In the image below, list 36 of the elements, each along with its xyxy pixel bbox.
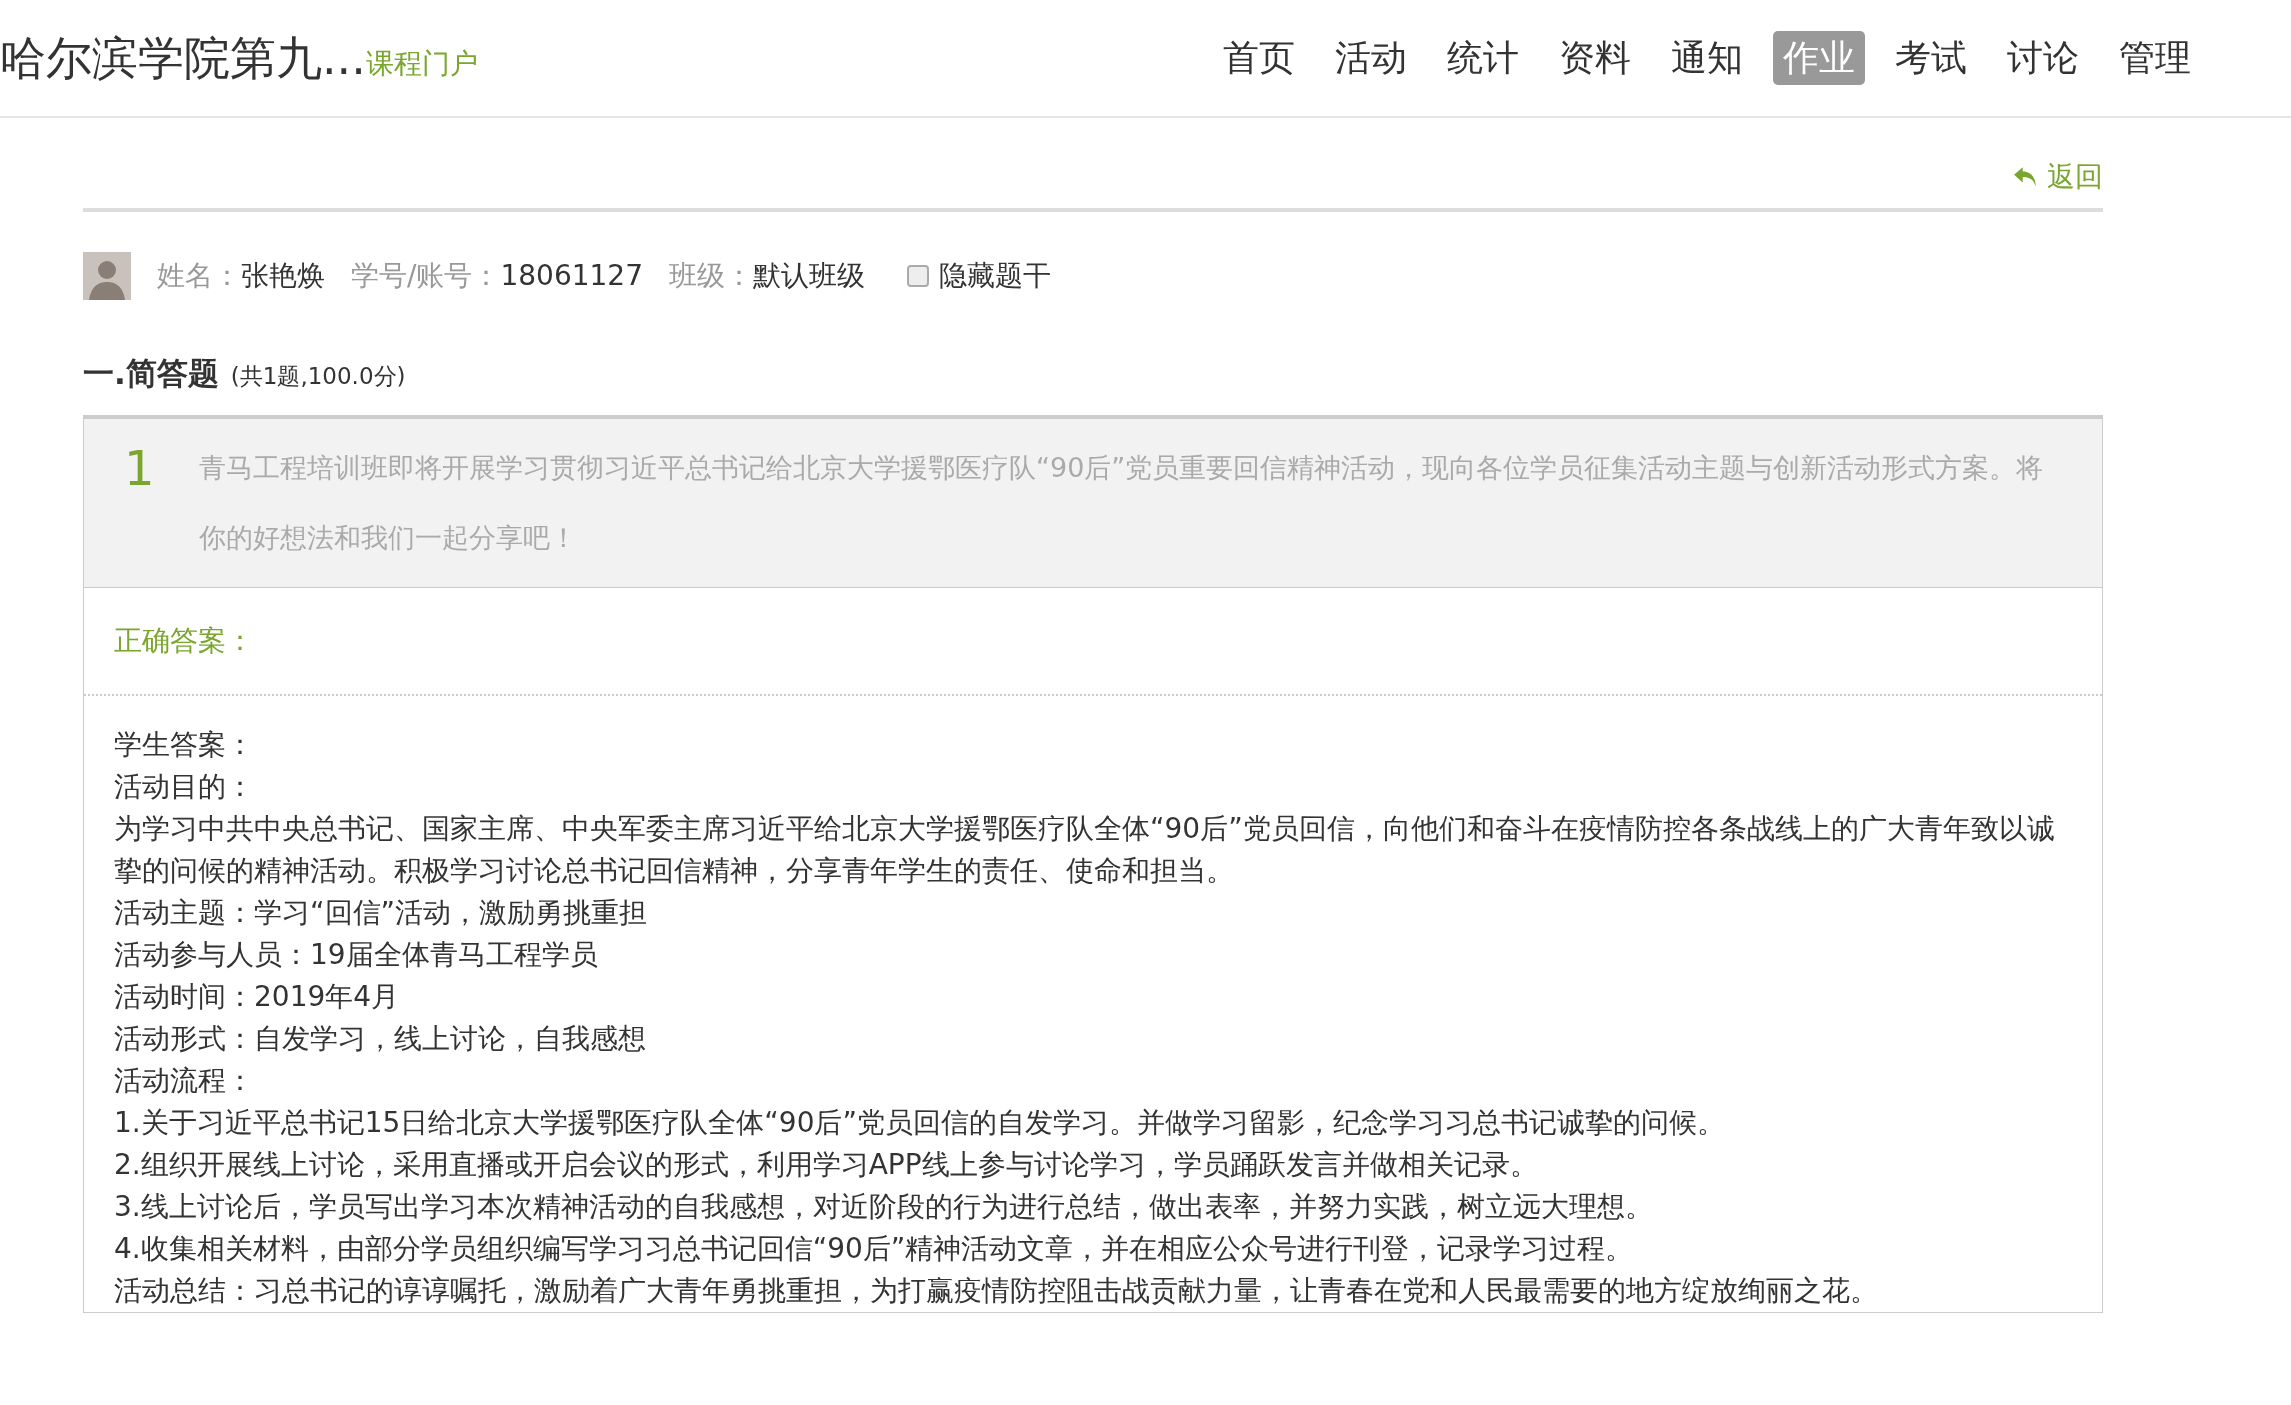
answer-text: 1.关于习近平总书记15日给北京大学援鄂医疗队全体“90后”党员回信的自发学习。并做学习留影，纪念学习习总书记诚挚的问候。 bbox=[114, 1104, 1726, 1141]
nav-tab[interactable]: 考试 bbox=[1885, 31, 1977, 85]
question-number: 1 bbox=[124, 438, 156, 498]
answer-text: 为学习中共中央总书记、国家主席、中央军委主席习近平给北京大学援鄂医疗队全体“90后”党员回信，向他们和奋斗在疫情防控各条战线上的广大青年致以诚挚的问候的精神活动。积极学习讨论总书记回信精神，分享青年学生的责任、使命和担当。 bbox=[114, 810, 2056, 889]
answer-text: 活动总结：习总书记的谆谆嘱托，激励着广大青年勇挑重担，为打赢疫情防控阻击战贡献力量，让青春在党和人民最需要的地方绽放绚丽之花。 bbox=[114, 1272, 1879, 1309]
field-label: 班级： bbox=[668, 258, 753, 294]
answer-text: 活动形式：自发学习，线上讨论，自我感想 bbox=[114, 1020, 647, 1057]
nav-tab[interactable]: 首页 bbox=[1213, 31, 1305, 85]
answer-text: 2.组织开展线上讨论，采用直播或开启会议的形式，利用学习APP线上参与讨论学习，学员踊跃发言并做相关记录。 bbox=[114, 1146, 1539, 1183]
answer-text: 活动目的： bbox=[114, 768, 255, 805]
field-value: 张艳焕 bbox=[241, 258, 325, 294]
nav-tab[interactable]: 统计 bbox=[1437, 31, 1529, 85]
answer-text: 学生答案： bbox=[114, 726, 255, 763]
section-summary: (共1题,100.0分) bbox=[230, 362, 406, 391]
nav-tab[interactable]: 讨论 bbox=[1997, 31, 2089, 85]
hide-stem-label[interactable]: 隐藏题干 bbox=[938, 255, 1051, 297]
answer-text: 活动主题：学习“回信”活动，激励勇挑重担 bbox=[114, 894, 648, 931]
nav-tab[interactable]: 资料 bbox=[1549, 31, 1641, 85]
nav-tab[interactable]: 通知 bbox=[1661, 31, 1753, 85]
section-title: 一.简答题 bbox=[83, 354, 219, 393]
question-text: 青马工程培训班即将开展学习贯彻习近平总书记给北京大学援鄂医疗队“90后”党员重要回信精神活动，现向各位学员征集活动主题与创新活动形式方案。将你的好想法和我们一起分享吧！ bbox=[199, 450, 2045, 555]
hide-stem-checkbox[interactable] bbox=[906, 265, 929, 287]
field-label: 姓名： bbox=[157, 258, 241, 294]
answer-text: 活动参与人员：19届全体青马工程学员 bbox=[114, 936, 599, 973]
correct-answer-label: 正确答案： bbox=[114, 623, 254, 657]
nav-tab[interactable]: 管理 bbox=[2109, 31, 2201, 85]
course-title: 哈尔滨学院第九... bbox=[0, 29, 366, 87]
field-label: 学号/账号： bbox=[351, 258, 501, 294]
answer-text: 4.收集相关材料，由部分学员组织编写学习习总书记回信“90后”精神活动文章，并在相应公众号进行刊登，记录学习过程。 bbox=[114, 1230, 1635, 1267]
nav-tab[interactable]: 活动 bbox=[1325, 31, 1417, 85]
answer-text: 活动时间：2019年4月 bbox=[114, 978, 401, 1015]
field-value: 18061127 bbox=[500, 258, 643, 294]
avatar-silhouette bbox=[83, 252, 131, 300]
answer-text: 活动流程： bbox=[114, 1062, 255, 1099]
answer-text: 3.线上讨论后，学员写出学习本次精神活动的自我感想，对近阶段的行为进行总结，做出表率，并努力实践，树立远大理想。 bbox=[114, 1188, 1654, 1225]
field-value: 默认班级 bbox=[752, 258, 865, 294]
